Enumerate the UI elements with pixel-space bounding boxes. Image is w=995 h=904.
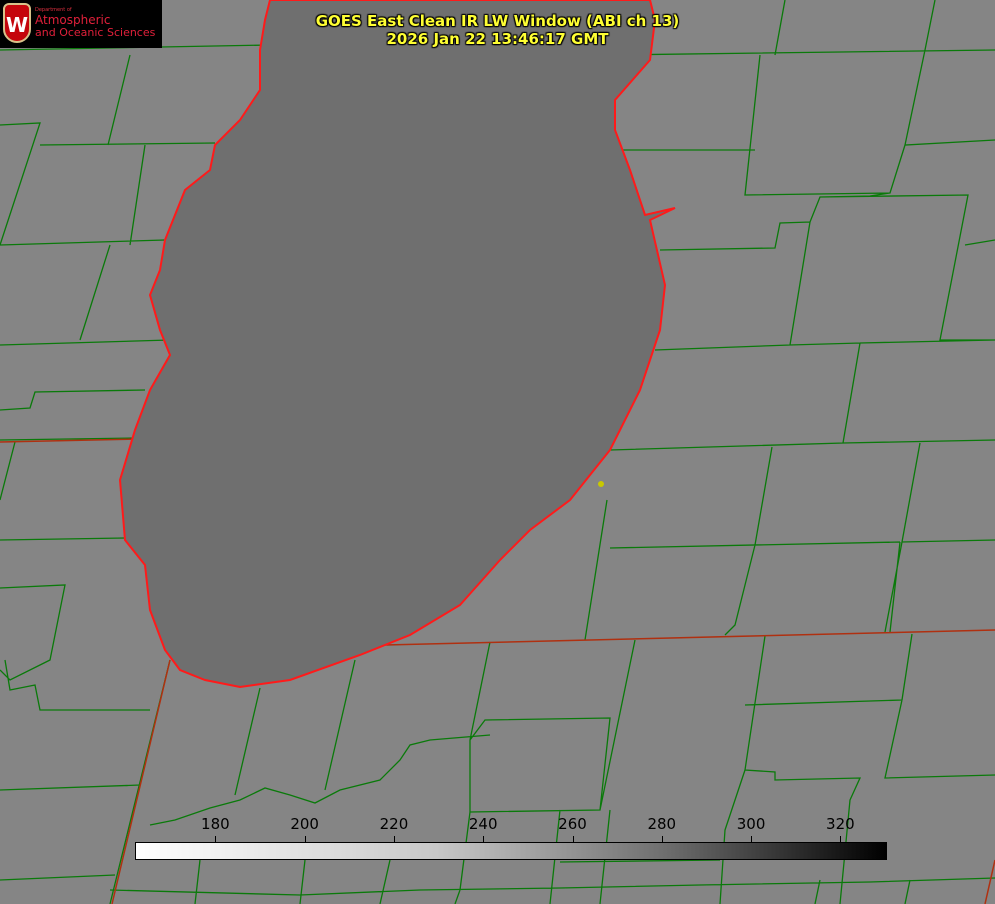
colorbar-tick-label: 180 bbox=[201, 815, 230, 833]
colorbar-tick-mark bbox=[840, 836, 842, 842]
image-title: GOES East Clean IR LW Window (ABI ch 13) bbox=[315, 12, 680, 30]
colorbar-tick-label: 260 bbox=[558, 815, 587, 833]
colorbar-tick-label: 240 bbox=[468, 815, 498, 833]
colorbar-tick-mark bbox=[483, 836, 485, 842]
marker-dot bbox=[598, 481, 604, 487]
map-canvas bbox=[0, 0, 995, 904]
colorbar-tick-label: 320 bbox=[826, 815, 855, 833]
colorbar bbox=[135, 842, 887, 860]
colorbar-tick-label: 300 bbox=[736, 815, 766, 833]
colorbar-tick-mark bbox=[661, 836, 663, 842]
colorbar-tick-mark bbox=[751, 836, 753, 842]
colorbar-tick-label: 280 bbox=[647, 815, 677, 833]
colorbar-tick-mark bbox=[304, 836, 306, 842]
colorbar-tick-mark bbox=[215, 836, 217, 842]
colorbar-tick-label: 220 bbox=[379, 815, 409, 833]
image-timestamp: 2026 Jan 22 13:46:17 GMT bbox=[386, 30, 609, 48]
colorbar-tick-label: 200 bbox=[290, 815, 319, 833]
colorbar-tick-mark bbox=[572, 836, 574, 842]
colorbar-tick-mark bbox=[393, 836, 395, 842]
satellite-image: W Department of Atmospheric and Oceanic … bbox=[0, 0, 995, 904]
